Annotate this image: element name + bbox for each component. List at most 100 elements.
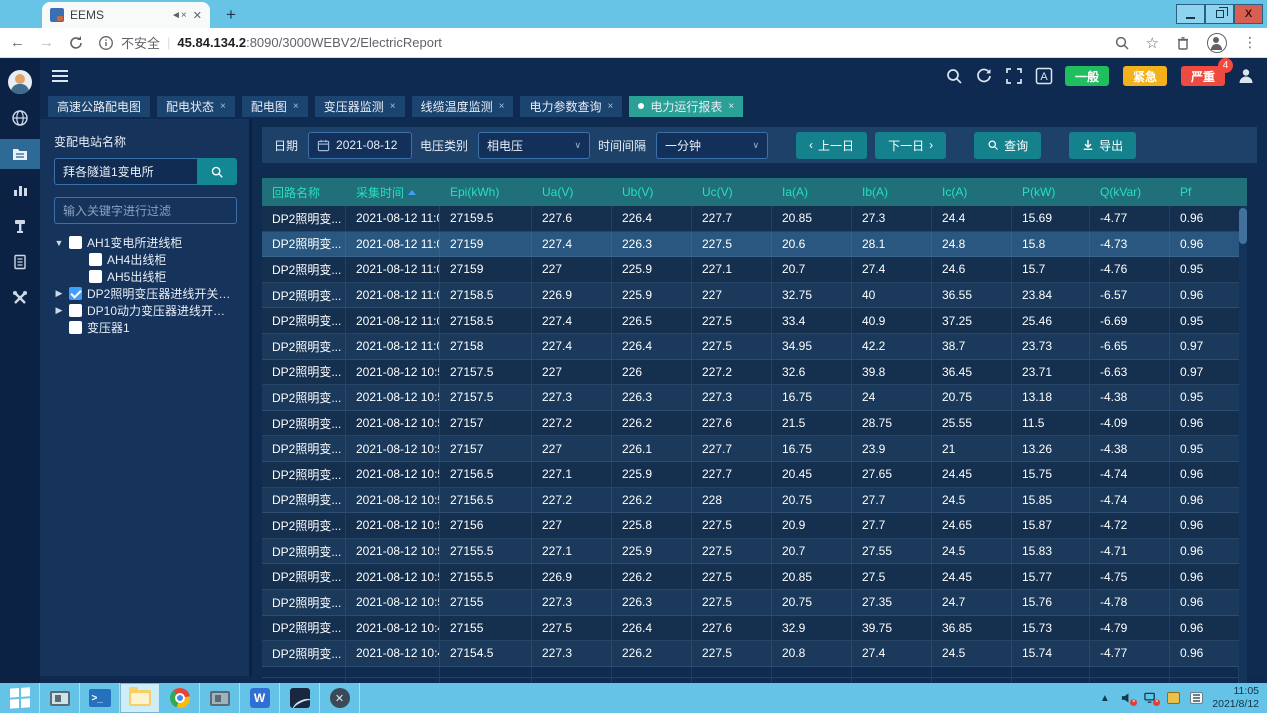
- expand-down-icon[interactable]: ▼: [54, 238, 64, 248]
- table-row[interactable]: DP2照明变...2021-08-12 10:5827157.5227.3226…: [262, 385, 1247, 411]
- nav-tab[interactable]: 线缆温度监测×: [412, 96, 514, 117]
- tools-icon[interactable]: [0, 283, 40, 313]
- close-tab-icon[interactable]: ×: [607, 101, 613, 112]
- language-icon[interactable]: [1189, 691, 1204, 705]
- table-row[interactable]: DP2照明变...2021-08-12 10:4927155227.5226.4…: [262, 616, 1247, 642]
- column-header[interactable]: Ib(A): [852, 185, 932, 199]
- profile-avatar-icon[interactable]: [1207, 33, 1227, 53]
- column-header[interactable]: Epi(kWh): [440, 185, 532, 199]
- user-icon[interactable]: [1237, 67, 1255, 85]
- taskbar-powershell-icon[interactable]: >_: [80, 683, 120, 713]
- table-row[interactable]: DP2照明变...2021-08-12 10:5027155227.3226.3…: [262, 590, 1247, 616]
- report-folder-icon[interactable]: [0, 139, 40, 169]
- nav-tab[interactable]: 变压器监测×: [315, 96, 405, 117]
- column-header[interactable]: Ub(V): [612, 185, 692, 199]
- column-header[interactable]: Q(kVar): [1090, 185, 1170, 199]
- column-header[interactable]: P(kW): [1012, 185, 1090, 199]
- prev-day-button[interactable]: ‹ 上一日: [796, 132, 867, 159]
- column-header[interactable]: 采集时间: [346, 184, 440, 201]
- user-avatar[interactable]: [0, 67, 40, 97]
- expand-right-icon[interactable]: ▶: [54, 288, 64, 299]
- taskbar-designer-icon[interactable]: [280, 683, 320, 713]
- window-close-button[interactable]: X: [1234, 4, 1263, 24]
- new-tab-icon[interactable]: +: [218, 4, 244, 26]
- tree-checkbox[interactable]: [69, 321, 82, 334]
- close-tab-icon[interactable]: ×: [728, 101, 734, 112]
- station-search-input[interactable]: [54, 158, 197, 185]
- table-row[interactable]: DP2照明变...2021-08-12 10:5627157227226.122…: [262, 436, 1247, 462]
- tree-checkbox[interactable]: [69, 236, 82, 249]
- tree-item[interactable]: ▼AH1变电所进线柜: [54, 234, 237, 251]
- hammer-icon[interactable]: [0, 211, 40, 241]
- nav-tab[interactable]: 配电状态×: [157, 96, 235, 117]
- nav-tab[interactable]: 配电图×: [242, 96, 308, 117]
- start-button[interactable]: [0, 683, 40, 713]
- nav-tab[interactable]: 电力参数查询×: [520, 96, 622, 117]
- back-icon[interactable]: ←: [10, 34, 25, 51]
- bookmark-star-icon[interactable]: ☆: [1146, 34, 1159, 52]
- tree-item[interactable]: AH4出线柜: [54, 251, 237, 268]
- table-row[interactable]: DP2照明变...2021-08-12 11:0327159227225.922…: [262, 257, 1247, 283]
- tree-checkbox[interactable]: [69, 287, 82, 300]
- column-header[interactable]: Ic(A): [932, 185, 1012, 199]
- url-field[interactable]: 不安全 | 45.84.134.2:8090/3000WEBV2/Electri…: [98, 33, 1100, 52]
- export-button[interactable]: 导出: [1069, 132, 1136, 159]
- taskbar-computer-icon[interactable]: [40, 683, 80, 713]
- tree-checkbox[interactable]: [69, 304, 82, 317]
- column-header[interactable]: Ua(V): [532, 185, 612, 199]
- query-button[interactable]: 查询: [974, 132, 1041, 159]
- tree-item[interactable]: ▶DP2照明变压器进线开关及控制室: [54, 285, 237, 302]
- close-tab-icon[interactable]: ×: [220, 101, 226, 112]
- taskbar-explorer-icon[interactable]: [120, 683, 160, 713]
- tree-checkbox[interactable]: [89, 253, 102, 266]
- menu-toggle-icon[interactable]: [52, 70, 68, 82]
- search-icon[interactable]: [945, 67, 963, 85]
- tree-item[interactable]: AH5出线柜: [54, 268, 237, 285]
- voltage-type-select[interactable]: 相电压 ∨: [478, 132, 590, 159]
- column-header[interactable]: Uc(V): [692, 185, 772, 199]
- browser-menu-icon[interactable]: ⋮: [1243, 34, 1257, 51]
- network-error-icon[interactable]: ×: [1143, 691, 1158, 705]
- refresh-icon[interactable]: [975, 67, 993, 85]
- tree-checkbox[interactable]: [89, 270, 102, 283]
- zoom-icon[interactable]: [1114, 35, 1130, 51]
- close-tab-icon[interactable]: ×: [390, 101, 396, 112]
- taskbar-app-monitor-icon[interactable]: [200, 683, 240, 713]
- globe-icon[interactable]: [0, 103, 40, 133]
- column-header[interactable]: Pf: [1170, 185, 1239, 199]
- interval-select[interactable]: 一分钟 ∨: [656, 132, 768, 159]
- expand-right-icon[interactable]: ▶: [54, 305, 64, 316]
- table-row[interactable]: DP2照明变...2021-08-12 11:0427159227.4226.3…: [262, 232, 1247, 258]
- nav-tab[interactable]: 高速公路配电图: [48, 96, 150, 117]
- taskbar-wps-icon[interactable]: W: [240, 683, 280, 713]
- taskbar-chrome-icon[interactable]: [160, 683, 200, 713]
- trash-icon[interactable]: [1175, 35, 1191, 51]
- nav-tab[interactable]: 电力运行报表×: [629, 96, 743, 117]
- table-row[interactable]: DP2照明变...2021-08-12 10:5127155.5226.9226…: [262, 564, 1247, 590]
- tree-item[interactable]: ▶DP10动力变压器进线开关及控制室: [54, 302, 237, 319]
- table-row[interactable]: DP2照明变...2021-08-12 11:0027158227.4226.4…: [262, 334, 1247, 360]
- table-row[interactable]: DP2照明变...2021-08-12 11:0127158.5227.4226…: [262, 308, 1247, 334]
- table-row[interactable]: DP2照明变...2021-08-12 10:5527156.5227.1225…: [262, 462, 1247, 488]
- table-row[interactable]: DP2照明变...2021-08-12 11:0227158.5226.9225…: [262, 283, 1247, 309]
- close-tab-icon[interactable]: ×: [499, 101, 505, 112]
- browser-tab[interactable]: EEMS ◄× ✕: [42, 2, 210, 28]
- alarm-level-button[interactable]: 一般: [1065, 66, 1109, 86]
- tray-expand-icon[interactable]: ▲: [1097, 691, 1112, 705]
- tree-item[interactable]: 变压器1: [54, 319, 237, 336]
- column-header[interactable]: 回路名称: [262, 184, 346, 201]
- alarm-level-button[interactable]: 严重4: [1181, 66, 1225, 86]
- table-row[interactable]: DP2照明变...2021-08-12 10:5727157227.2226.2…: [262, 411, 1247, 437]
- sort-ascending-icon[interactable]: [408, 190, 416, 195]
- next-day-button[interactable]: 下一日 ›: [875, 132, 946, 159]
- info-icon[interactable]: [98, 35, 114, 51]
- taskbar-clock[interactable]: 11:05 2021/8/12: [1212, 685, 1259, 711]
- station-search-button[interactable]: [197, 158, 237, 185]
- close-tab-icon[interactable]: ×: [293, 101, 299, 112]
- bar-chart-icon[interactable]: [0, 175, 40, 205]
- date-input[interactable]: 2021-08-12: [308, 132, 412, 159]
- translate-icon[interactable]: A: [1035, 67, 1053, 85]
- window-minimize-button[interactable]: [1176, 4, 1205, 24]
- alarm-level-button[interactable]: 紧急: [1123, 66, 1167, 86]
- table-scrollbar[interactable]: [1239, 206, 1247, 689]
